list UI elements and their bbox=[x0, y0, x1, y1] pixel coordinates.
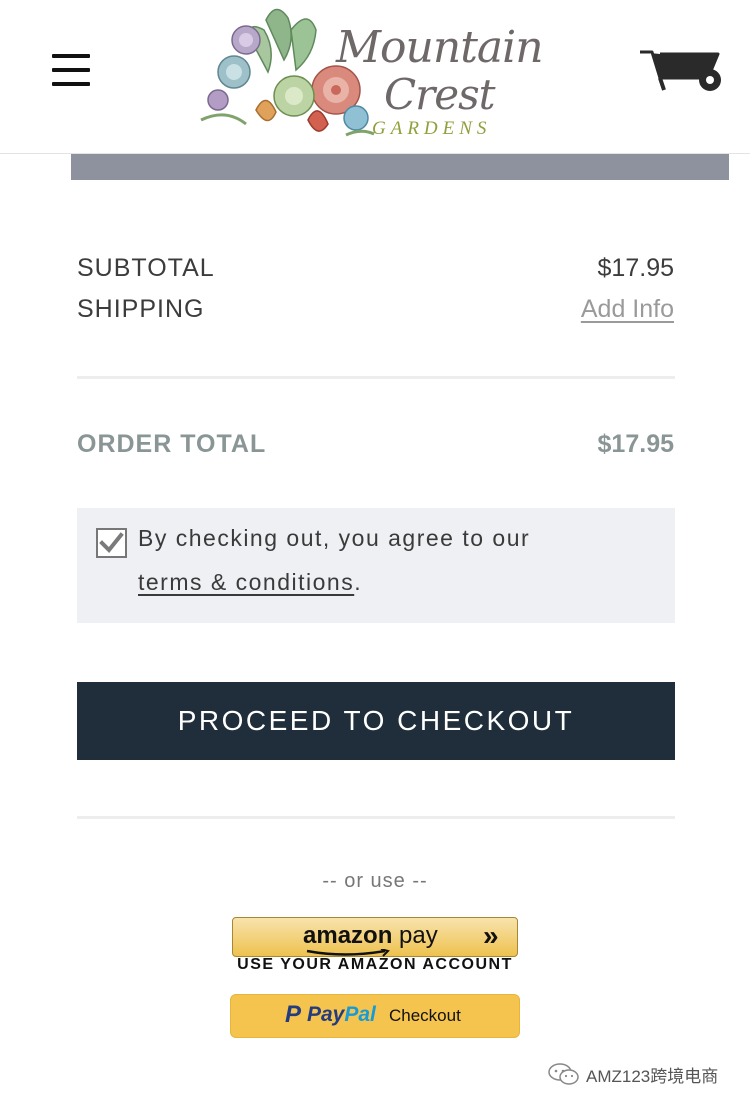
paypal-pay-text: Pay bbox=[307, 1003, 345, 1026]
site-header: Mountain Crest GARDENS bbox=[0, 0, 750, 154]
amazon-account-subtext: USE YOUR AMAZON ACCOUNT bbox=[237, 956, 513, 973]
logo-text-mountain: Mountain bbox=[336, 22, 544, 73]
watermark-text: AMZ123跨境电商 bbox=[586, 1067, 719, 1086]
or-use-divider-text: -- or use -- bbox=[322, 870, 428, 892]
paypal-pal-text: Pal bbox=[344, 1003, 376, 1026]
double-chevron-right-icon: » bbox=[483, 920, 499, 951]
terms-checkbox[interactable] bbox=[96, 528, 127, 558]
subtotal-row: SUBTOTAL $17.95 bbox=[77, 254, 674, 288]
amazon-pay-button[interactable]: amazon pay » bbox=[232, 917, 518, 957]
amazon-brand-text: amazon bbox=[303, 922, 393, 949]
cart-items-footer-bar bbox=[71, 154, 729, 180]
order-total-value: $17.95 bbox=[597, 430, 674, 458]
wheelbarrow-cart-icon[interactable] bbox=[638, 44, 726, 94]
wechat-icon bbox=[548, 1063, 579, 1085]
order-total-label: ORDER TOTAL bbox=[77, 430, 267, 458]
shipping-row: SHIPPING Add Info bbox=[77, 295, 674, 329]
shipping-add-info-link[interactable]: Add Info bbox=[581, 295, 674, 324]
terms-suffix: . bbox=[354, 569, 363, 595]
brand-logo[interactable]: Mountain Crest GARDENS bbox=[196, 0, 566, 148]
proceed-to-checkout-button[interactable]: PROCEED TO CHECKOUT bbox=[77, 682, 675, 760]
paypal-checkout-button[interactable]: P PayPal Checkout bbox=[230, 994, 520, 1038]
terms-agreement-box: By checking out, you agree to our terms … bbox=[77, 508, 675, 623]
hamburger-menu-icon[interactable] bbox=[52, 52, 92, 88]
paypal-checkout-label: Checkout bbox=[389, 1006, 461, 1025]
checkmark-icon bbox=[99, 532, 124, 553]
subtotal-value: $17.95 bbox=[597, 254, 674, 282]
paypal-p-icon: P bbox=[285, 1001, 302, 1028]
summary-divider bbox=[77, 376, 675, 379]
subtotal-label: SUBTOTAL bbox=[77, 254, 215, 282]
amazon-pay-logo: amazon pay bbox=[303, 922, 438, 950]
logo-text-crest: Crest bbox=[384, 70, 495, 119]
amazon-pay-text: pay bbox=[392, 922, 438, 949]
checkout-divider bbox=[77, 816, 675, 819]
order-total-row: ORDER TOTAL $17.95 bbox=[77, 430, 674, 464]
terms-link-line: terms & conditions. bbox=[138, 569, 362, 596]
shipping-label: SHIPPING bbox=[77, 295, 205, 323]
terms-conditions-link[interactable]: terms & conditions bbox=[138, 569, 354, 595]
logo-text-gardens: GARDENS bbox=[372, 118, 492, 139]
paypal-logo: PayPal bbox=[307, 1003, 376, 1027]
terms-agreement-text: By checking out, you agree to our bbox=[138, 525, 531, 551]
